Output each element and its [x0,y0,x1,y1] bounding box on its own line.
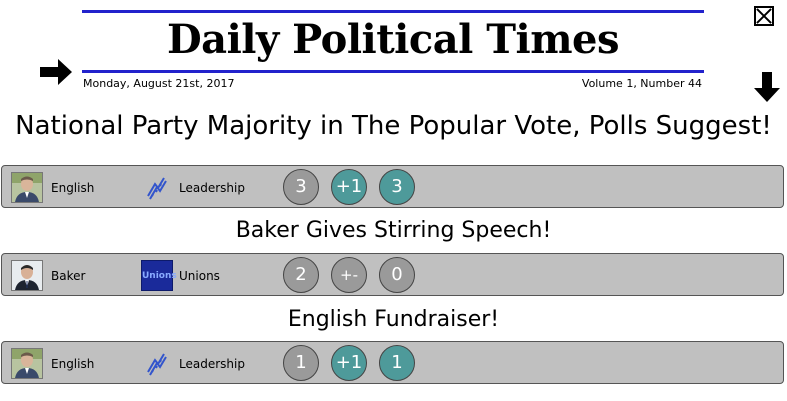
right-arrow-icon[interactable] [40,59,72,85]
delta-value: +- [331,257,367,293]
leadership-icon [147,353,167,376]
masthead-top-rule [82,10,704,13]
politician-name: Baker [51,269,86,283]
down-arrow-icon[interactable] [754,72,780,102]
story-headline: National Party Majority in The Popular V… [15,111,772,141]
issue-date: Monday, August 21st, 2017 [83,77,235,90]
masthead-bottom-rule [82,70,704,73]
after-value: 1 [379,345,415,381]
before-value: 2 [283,257,319,293]
story-effect-row: English Leadership 3 +1 3 [1,165,784,208]
newspaper-title: Daily Political Times [166,16,620,63]
after-value: 3 [379,169,415,205]
politician-avatar [11,172,43,203]
leadership-icon [147,177,167,200]
politician-avatar [11,260,43,291]
story-headline: English Fundraiser! [287,307,500,332]
politician-name: English [51,357,95,371]
issue-name: Leadership [179,181,245,195]
unions-icon: Unions [141,260,177,291]
close-icon[interactable] [754,6,774,26]
delta-value: +1 [331,345,367,381]
story-effect-row: English Leadership 1 +1 1 [1,341,784,384]
before-value: 1 [283,345,319,381]
politician-name: English [51,181,95,195]
issue-name: Leadership [179,357,245,371]
after-value: 0 [379,257,415,293]
delta-value: +1 [331,169,367,205]
politician-avatar [11,348,43,379]
before-value: 3 [283,169,319,205]
issue-volume: Volume 1, Number 44 [581,77,702,90]
story-effect-row: Baker Unions Unions 2 +- 0 [1,253,784,296]
story-headline: Baker Gives Stirring Speech! [235,218,552,243]
issue-name: Unions [179,269,220,283]
